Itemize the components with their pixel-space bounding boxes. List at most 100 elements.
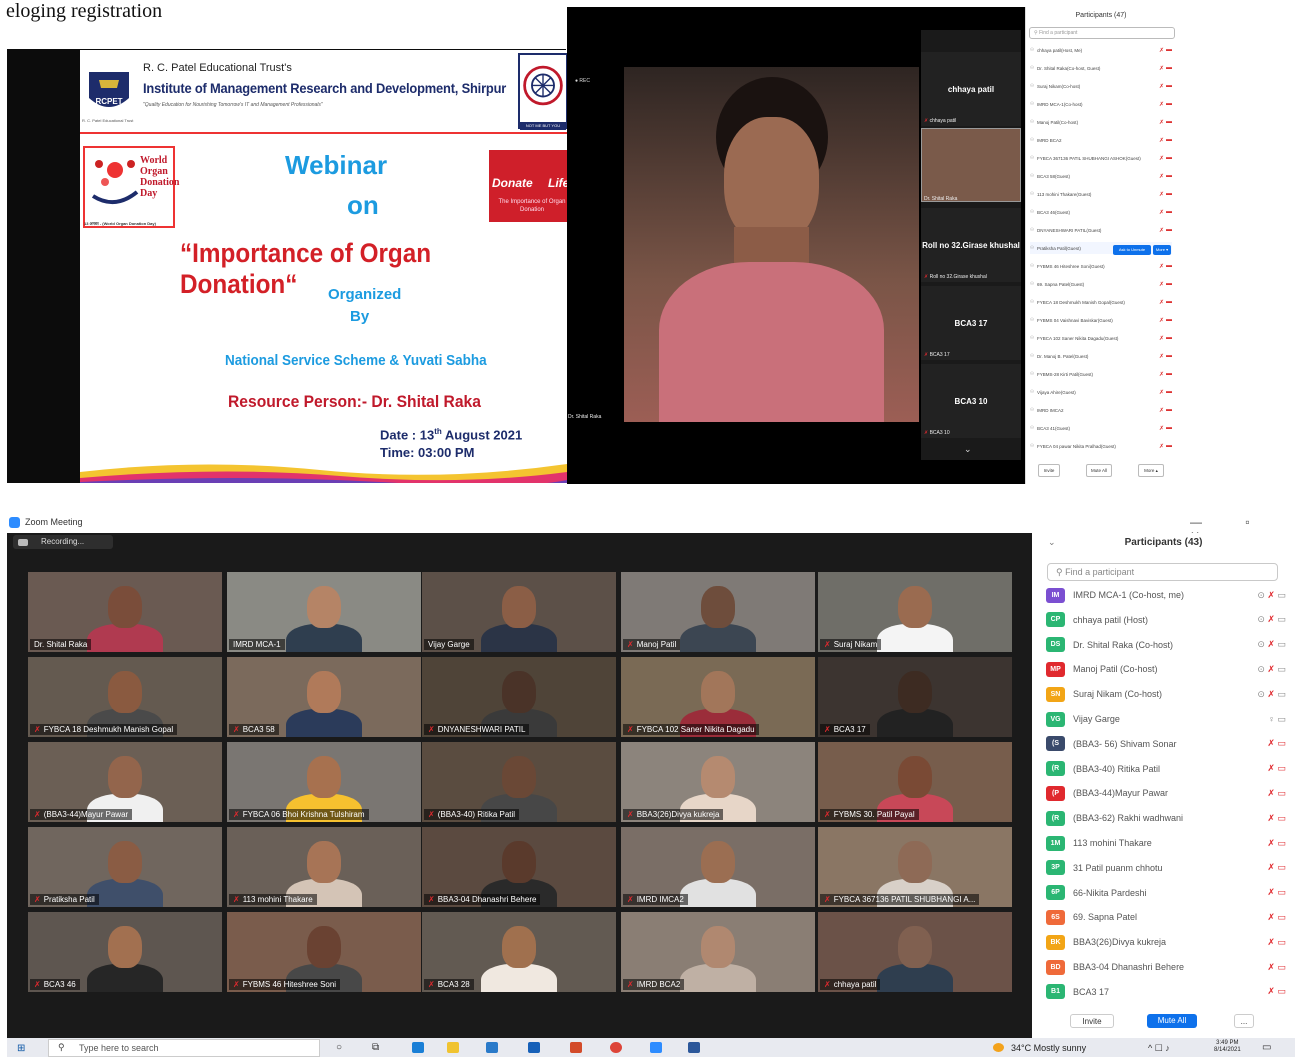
weather-icon[interactable] — [993, 1043, 1004, 1052]
small-participant-row[interactable]: ⚇ IMRD IMCA2 ✗ ▬ — [1030, 404, 1172, 416]
small-footer-more-button[interactable]: More ▴ — [1138, 464, 1164, 477]
small-participant-row[interactable]: ⚇ chhaya patil(Host, Me) ✗ ▬ — [1030, 44, 1172, 56]
video-tile[interactable]: ✗ BBA3(26)Divya kukreja — [621, 742, 815, 822]
small-participant-row[interactable]: ⚇ FYBCA 04 pawar Nikita Pralhad(Guest) ✗ ▬ — [1030, 440, 1172, 452]
thumb-tile[interactable]: BCA3 17 — [921, 286, 1021, 360]
participant-face — [307, 841, 341, 883]
user-icon: ⚇ — [1030, 65, 1035, 70]
video-tile[interactable]: ✗ IMRD BCA2 — [621, 912, 815, 992]
small-participant-row[interactable]: ⚇ Vijaya Ahire(Guest) ✗ ▬ — [1030, 386, 1172, 398]
zoom-taskbar-icon[interactable] — [650, 1042, 662, 1053]
video-tile[interactable]: ✗ BCA3 28 — [422, 912, 616, 992]
ask-to-unmute-button[interactable]: Ask to Unmute — [1113, 245, 1151, 255]
small-participant-row[interactable]: ⚇ 69. Sapna Patel(Guest) ✗ ▬ — [1030, 278, 1172, 290]
video-tile[interactable]: Vijay Garge — [422, 572, 616, 652]
mail-icon[interactable] — [528, 1042, 540, 1053]
thumb-tile-active[interactable] — [921, 128, 1021, 202]
small-participant-row[interactable]: ⚇ Manoj Patil(Co-host) ✗ ▬ — [1030, 116, 1172, 128]
participant-row[interactable]: BD BBA3-04 Dhanashri Behere ✗ ▭ — [1046, 957, 1286, 977]
chrome-icon[interactable] — [610, 1042, 622, 1053]
start-button-icon[interactable]: ⊞ — [17, 1043, 25, 1054]
more-options-button[interactable]: ... — [1234, 1014, 1254, 1028]
small-participant-row[interactable]: ⚇ FYBCA 18 Deshmukh Manish Gopal(Guest) ✗ ▬ — [1030, 296, 1172, 308]
chevron-down-icon[interactable]: ⌄ — [964, 444, 972, 455]
thumb-tile[interactable]: chhaya patil — [921, 52, 1021, 126]
participant-row[interactable]: (S (BBA3- 56) Shivam Sonar ✗ ▭ — [1046, 734, 1286, 754]
small-participant-row[interactable]: ⚇ BCA3 46(Guest) ✗ ▬ — [1030, 206, 1172, 218]
video-tile[interactable]: ✗ Manoj Patil — [621, 572, 815, 652]
participant-row[interactable]: MP Manoj Patil (Co-host) ⊙ ✗ ▭ — [1046, 659, 1286, 679]
participant-row[interactable]: B1 BCA3 17 ✗ ▭ — [1046, 982, 1286, 1002]
word-icon[interactable] — [688, 1042, 700, 1053]
video-tile[interactable]: ✗ FYBCA 367136 PATIL SHUBHANGI A... — [818, 827, 1012, 907]
small-participant-row[interactable]: ⚇ 113 mohini Thakare(Guest) ✗ ▬ — [1030, 188, 1172, 200]
participant-row[interactable]: IM IMRD MCA-1 (Co-host, me) ⊙ ✗ ▭ — [1046, 585, 1286, 605]
participant-row[interactable]: (R (BBA3-62) Rakhi wadhwani ✗ ▭ — [1046, 808, 1286, 828]
video-tile[interactable]: ✗ FYBCA 18 Deshmukh Manish Gopal — [28, 657, 222, 737]
small-participant-search[interactable]: ⚲ Find a participant — [1029, 27, 1175, 39]
edge-icon[interactable] — [412, 1042, 424, 1053]
video-tile[interactable]: ✗ DNYANESHWARI PATIL — [422, 657, 616, 737]
video-tile[interactable]: ✗ IMRD IMCA2 — [621, 827, 815, 907]
video-tile[interactable]: IMRD MCA-1 — [227, 572, 421, 652]
video-tile[interactable]: ✗ (BBA3-44)Mayur Pawar — [28, 742, 222, 822]
mute-all-button[interactable]: Mute All — [1147, 1014, 1197, 1028]
participant-row[interactable]: 6S 69. Sapna Patel ✗ ▭ — [1046, 907, 1286, 927]
weather-text[interactable]: 34°C Mostly sunny — [1011, 1043, 1086, 1053]
participant-row[interactable]: (P (BBA3-44)Mayur Pawar ✗ ▭ — [1046, 783, 1286, 803]
video-tile[interactable]: ✗ chhaya patil — [818, 912, 1012, 992]
video-tile[interactable]: ✗ BCA3 46 — [28, 912, 222, 992]
video-tile[interactable]: ✗ Suraj Nikam — [818, 572, 1012, 652]
system-tray-icons[interactable]: ^ ☐ ♪ — [1148, 1043, 1170, 1054]
small-participant-row[interactable]: ⚇ FYBCA 102 Saner Nikita Dagadu(Guest) ✗ ▬ — [1030, 332, 1172, 344]
small-participant-row[interactable]: ⚇ Dr. Manoj B. Patel(Guest) ✗ ▬ — [1030, 350, 1172, 362]
invite-button[interactable]: Invite — [1070, 1014, 1114, 1028]
clock[interactable]: 3:49 PM 8/14/2021 — [1214, 1040, 1241, 1054]
video-tile[interactable]: ✗ Pratiksha Patil — [28, 827, 222, 907]
video-tile[interactable]: ✗ FYBCA 102 Saner Nikita Dagadu — [621, 657, 815, 737]
video-tile[interactable]: ✗ FYBCA 06 Bhoi Krishna Tulshiram — [227, 742, 421, 822]
small-participant-row[interactable]: ⚇ DNYANESHWARI PATIL(Guest) ✗ ▬ — [1030, 224, 1172, 236]
video-tile[interactable]: ✗ FYBMS 30. Patil Payal — [818, 742, 1012, 822]
participant-row[interactable]: DS Dr. Shital Raka (Co-host) ⊙ ✗ ▭ — [1046, 635, 1286, 655]
thumb-tile[interactable]: BCA3 10 — [921, 364, 1021, 438]
small-participant-row[interactable]: ⚇ FYBMS 46 Hiteshree Soni(Guest) ✗ ▬ — [1030, 260, 1172, 272]
video-tile[interactable]: ✗ BCA3 17 — [818, 657, 1012, 737]
app-icon[interactable] — [570, 1042, 582, 1053]
notification-icon[interactable]: ▭ — [1262, 1042, 1271, 1053]
small-mute-all-button[interactable]: Mute All — [1086, 464, 1112, 477]
video-tile[interactable]: ✗ BCA3 58 — [227, 657, 421, 737]
participant-row[interactable]: VG Vijay Garge ♀ ▭ — [1046, 709, 1286, 729]
participant-row[interactable]: 3P 31 Patil puanm chhotu ✗ ▭ — [1046, 858, 1286, 878]
small-participant-row[interactable]: ⚇ BCA3 41(Guest) ✗ ▬ — [1030, 422, 1172, 434]
participant-row[interactable]: SN Suraj Nikam (Co-host) ⊙ ✗ ▭ — [1046, 684, 1286, 704]
small-participant-row[interactable]: ⚇ IMRD MCA-1(Co-host) ✗ ▬ — [1030, 98, 1172, 110]
participant-search-input[interactable]: ⚲ Find a participant — [1047, 563, 1278, 581]
small-participant-row[interactable]: ⚇ Dr. Shital Raka(Co-host, Guest) ✗ ▬ — [1030, 62, 1172, 74]
small-participant-row[interactable]: ⚇ FYBMS 04 Vaishnavi Baviskar(Guest) ✗ ▬ — [1030, 314, 1172, 326]
cortana-icon[interactable]: ○ — [336, 1042, 342, 1053]
task-view-icon[interactable]: ⧉ — [372, 1042, 379, 1053]
small-participant-row[interactable]: ⚇ BCA3 58(Guest) ✗ ▬ — [1030, 170, 1172, 182]
video-tile[interactable]: ✗ (BBA3-40) Ritika Patil — [422, 742, 616, 822]
small-participant-row[interactable]: ⚇ FYBCA 367136 PATIL SHUBHANGI ASHOK(Gues… — [1030, 152, 1172, 164]
small-participant-row[interactable]: ⚇ IMRD BCA2 ✗ ▬ — [1030, 134, 1172, 146]
recording-indicator[interactable]: Recording... — [13, 535, 113, 549]
thumb-tile[interactable]: Roll no 32.Girase khushal — [921, 208, 1021, 282]
small-participant-row[interactable]: ⚇ Suraj Nikam(Co-host) ✗ ▬ — [1030, 80, 1172, 92]
file-explorer-icon[interactable] — [447, 1042, 459, 1053]
participant-row[interactable]: (R (BBA3-40) Ritika Patil ✗ ▭ — [1046, 759, 1286, 779]
participant-row[interactable]: BK BBA3(26)Divya kukreja ✗ ▭ — [1046, 932, 1286, 952]
video-tile[interactable]: ✗ 113 mohini Thakare — [227, 827, 421, 907]
taskbar-search[interactable]: Type here to search — [48, 1039, 320, 1057]
store-icon[interactable] — [486, 1042, 498, 1053]
video-tile[interactable]: ✗ FYBMS 46 Hiteshree Soni — [227, 912, 421, 992]
small-invite-button[interactable]: Invite — [1038, 464, 1060, 477]
small-participant-row[interactable]: ⚇ FYBMS-28 Kirti Patil(Guest) ✗ ▬ — [1030, 368, 1172, 380]
video-tile[interactable]: Dr. Shital Raka — [28, 572, 222, 652]
participant-row[interactable]: 6P 66-Nikita Pardeshi ✗ ▭ — [1046, 883, 1286, 903]
more-button[interactable]: More ▾ — [1153, 245, 1171, 255]
participant-row[interactable]: 1M 113 mohini Thakare ✗ ▭ — [1046, 833, 1286, 853]
participant-row[interactable]: CP chhaya patil (Host) ⊙ ✗ ▭ — [1046, 610, 1286, 630]
video-tile[interactable]: ✗ BBA3-04 Dhanashri Behere — [422, 827, 616, 907]
